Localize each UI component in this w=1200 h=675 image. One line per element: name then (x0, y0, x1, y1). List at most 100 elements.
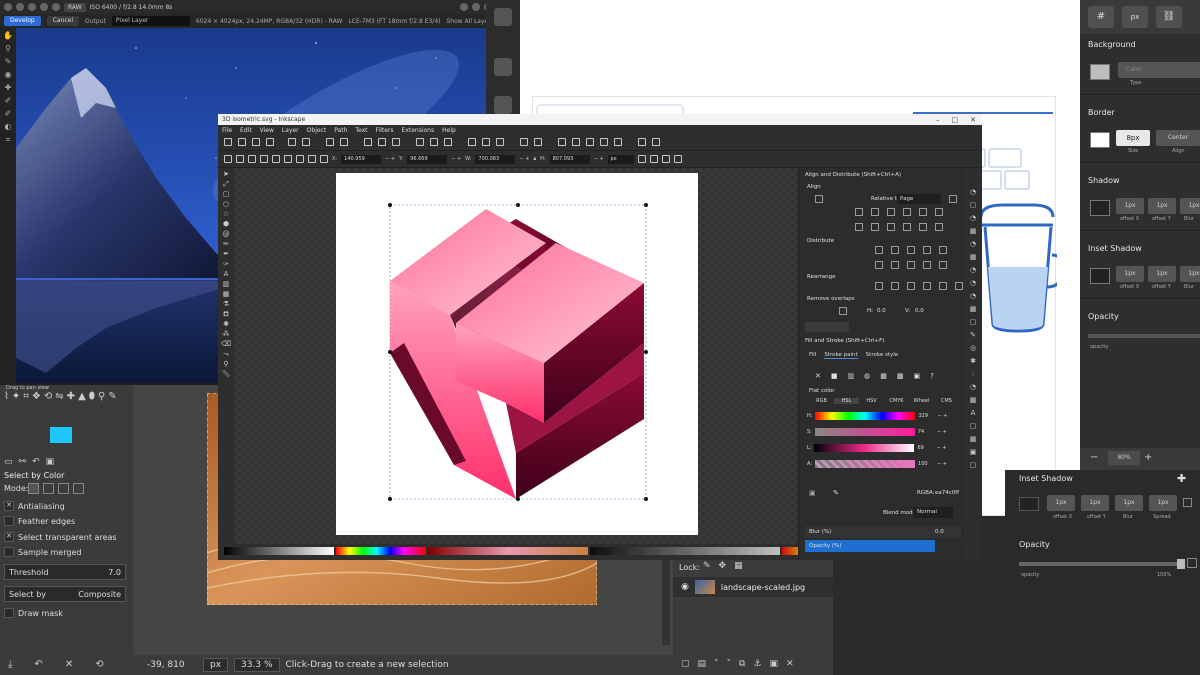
select-by-dropdown[interactable]: Select by Composite (4, 586, 126, 602)
exchange-clockwise-icon[interactable] (923, 282, 931, 290)
exchange-z-icon[interactable] (907, 282, 915, 290)
alpha-value[interactable]: 100 (918, 461, 934, 467)
alpha-slider[interactable] (815, 460, 916, 468)
width-input[interactable]: 700.083 (475, 154, 516, 164)
selector-tool-icon[interactable]: ➤ (223, 171, 229, 178)
zoom-tool-icon[interactable]: ⚲ (5, 45, 11, 53)
tab-stroke-style[interactable]: Stroke style (866, 352, 898, 359)
reset-options-icon[interactable]: ⟲ (95, 659, 103, 670)
preferences-icon[interactable] (652, 138, 660, 146)
alpha-stepper[interactable]: − + (937, 461, 947, 467)
raise-layer-icon[interactable]: ˄ (714, 659, 719, 669)
new-layer-icon[interactable]: ▢ (681, 659, 690, 669)
paint-tool-icon[interactable]: ▲ (78, 391, 86, 423)
zoom-drawing-icon[interactable] (430, 138, 438, 146)
cut-icon[interactable] (378, 138, 386, 146)
device-status-tab-icon[interactable]: ⚯ (19, 457, 27, 467)
align-center-h-icon[interactable] (871, 208, 879, 216)
zoom-select[interactable]: 33.3 % (234, 658, 280, 672)
tweak-tool-icon[interactable]: ✺ (223, 321, 229, 328)
close-button[interactable]: ✕ (970, 116, 976, 124)
foreground-color[interactable] (50, 427, 72, 443)
mesh-gradient-icon[interactable]: ▦ (880, 372, 887, 380)
distribute-baseline-icon[interactable] (939, 246, 947, 254)
pattern-icon[interactable]: ▩ (897, 372, 904, 380)
distribute-gaps-v-icon[interactable] (907, 261, 915, 269)
mode-cmyk[interactable]: CMYK (884, 398, 909, 404)
replace-mode-icon[interactable] (28, 483, 39, 494)
minimize-button[interactable]: – (936, 116, 940, 124)
x-stepper[interactable]: − + (385, 156, 395, 162)
view-icon[interactable] (472, 3, 480, 11)
snap-z-icon[interactable]: ▢ (970, 461, 977, 469)
cancel-button[interactable]: Cancel (46, 16, 80, 26)
menu-text[interactable]: Text (355, 127, 367, 134)
persona-icon[interactable] (16, 3, 24, 11)
calligraphy-tool-icon[interactable]: ✑ (223, 261, 229, 268)
background-color-swatch[interactable] (1090, 64, 1110, 80)
flip-tool-icon[interactable]: ⇋ (55, 391, 63, 423)
fill-stroke-icon[interactable] (558, 138, 566, 146)
view-icon[interactable] (460, 3, 468, 11)
align-top-icon[interactable] (855, 223, 863, 231)
open-document-icon[interactable] (238, 138, 246, 146)
snap-center-icon[interactable]: ▦ (970, 253, 977, 261)
fuzzy-select-icon[interactable]: ✦ (12, 391, 20, 423)
treat-as-group-icon[interactable] (815, 195, 823, 203)
shadow-blur-input[interactable]: 1px (1180, 198, 1200, 214)
layers-icon[interactable] (586, 138, 594, 146)
images-tab-icon[interactable]: ▣ (46, 457, 55, 467)
maximize-button[interactable]: □ (952, 116, 959, 124)
menu-layer[interactable]: Layer (282, 127, 299, 134)
pen-tool-icon[interactable]: ✒ (223, 251, 229, 258)
scale-corners-icon[interactable] (649, 155, 658, 163)
threshold-spinner[interactable]: Threshold 7.0 (4, 564, 126, 580)
distribute-center-v-icon[interactable] (891, 261, 899, 269)
layer-row[interactable]: ◉ landscape-scaled.jpg (673, 577, 833, 597)
width-stepper[interactable]: − + (519, 156, 529, 162)
align-bottom-edge-icon[interactable] (919, 223, 927, 231)
overlay-paint-icon[interactable]: ✐ (5, 97, 12, 105)
panel-icon[interactable] (494, 96, 512, 114)
group-icon[interactable] (520, 138, 528, 146)
align-right-edge-icon[interactable] (919, 208, 927, 216)
grid-icon[interactable]: # (1088, 6, 1114, 28)
menu-filters[interactable]: Filters (376, 127, 394, 134)
unset-paint-icon[interactable]: ? (930, 372, 934, 380)
new-group-icon[interactable]: ▤ (698, 659, 707, 669)
copy-icon[interactable] (364, 138, 372, 146)
import-icon[interactable] (288, 138, 296, 146)
clone-icon[interactable] (482, 138, 490, 146)
select-all-layers-icon[interactable] (236, 155, 244, 163)
inset-blur-input[interactable]: 1px (1180, 266, 1200, 282)
align-baseline-icon[interactable] (935, 223, 943, 231)
snap-paths-icon[interactable]: ◔ (970, 279, 976, 287)
zoom-selection-icon[interactable] (416, 138, 424, 146)
restore-options-icon[interactable]: ↶ (34, 659, 42, 670)
y-input[interactable]: 96.669 (407, 154, 448, 164)
snap-midpoints-icon[interactable]: ◔ (970, 240, 976, 248)
warp-tool-icon[interactable]: ❖ (32, 391, 41, 423)
layer-name[interactable]: landscape-scaled.jpg (721, 583, 805, 592)
x-input[interactable]: 140.959 (341, 154, 382, 164)
lower-to-bottom-icon[interactable] (320, 155, 328, 163)
distribute-right-icon[interactable] (923, 246, 931, 254)
panel-icon[interactable] (494, 58, 512, 76)
save-document-icon[interactable] (252, 138, 260, 146)
blur-value[interactable]: 0.0 (935, 529, 944, 535)
inset-shadow-color-swatch[interactable] (1090, 268, 1110, 284)
crop-icon[interactable]: ⌗ (6, 136, 11, 144)
eraser-tool-icon[interactable]: ⌫ (221, 341, 231, 348)
menu-object[interactable]: Object (307, 127, 327, 134)
3dbox-tool-icon[interactable]: ⬢ (223, 221, 229, 228)
mode-wheel[interactable]: Wheel (909, 398, 934, 404)
menu-extensions[interactable]: Extensions (402, 127, 435, 134)
menu-view[interactable]: View (260, 127, 274, 134)
snap-page-icon[interactable]: ◔ (970, 383, 976, 391)
text-tool-icon[interactable]: ✚ (67, 391, 75, 423)
snap-object-center-icon[interactable]: ◎ (970, 344, 976, 352)
align-left-edge-icon[interactable] (903, 208, 911, 216)
app-menu-icon[interactable] (4, 3, 12, 11)
dropper-tool-icon[interactable]: ⚗ (223, 301, 229, 308)
tab-stroke-paint[interactable]: Stroke paint (824, 352, 858, 359)
